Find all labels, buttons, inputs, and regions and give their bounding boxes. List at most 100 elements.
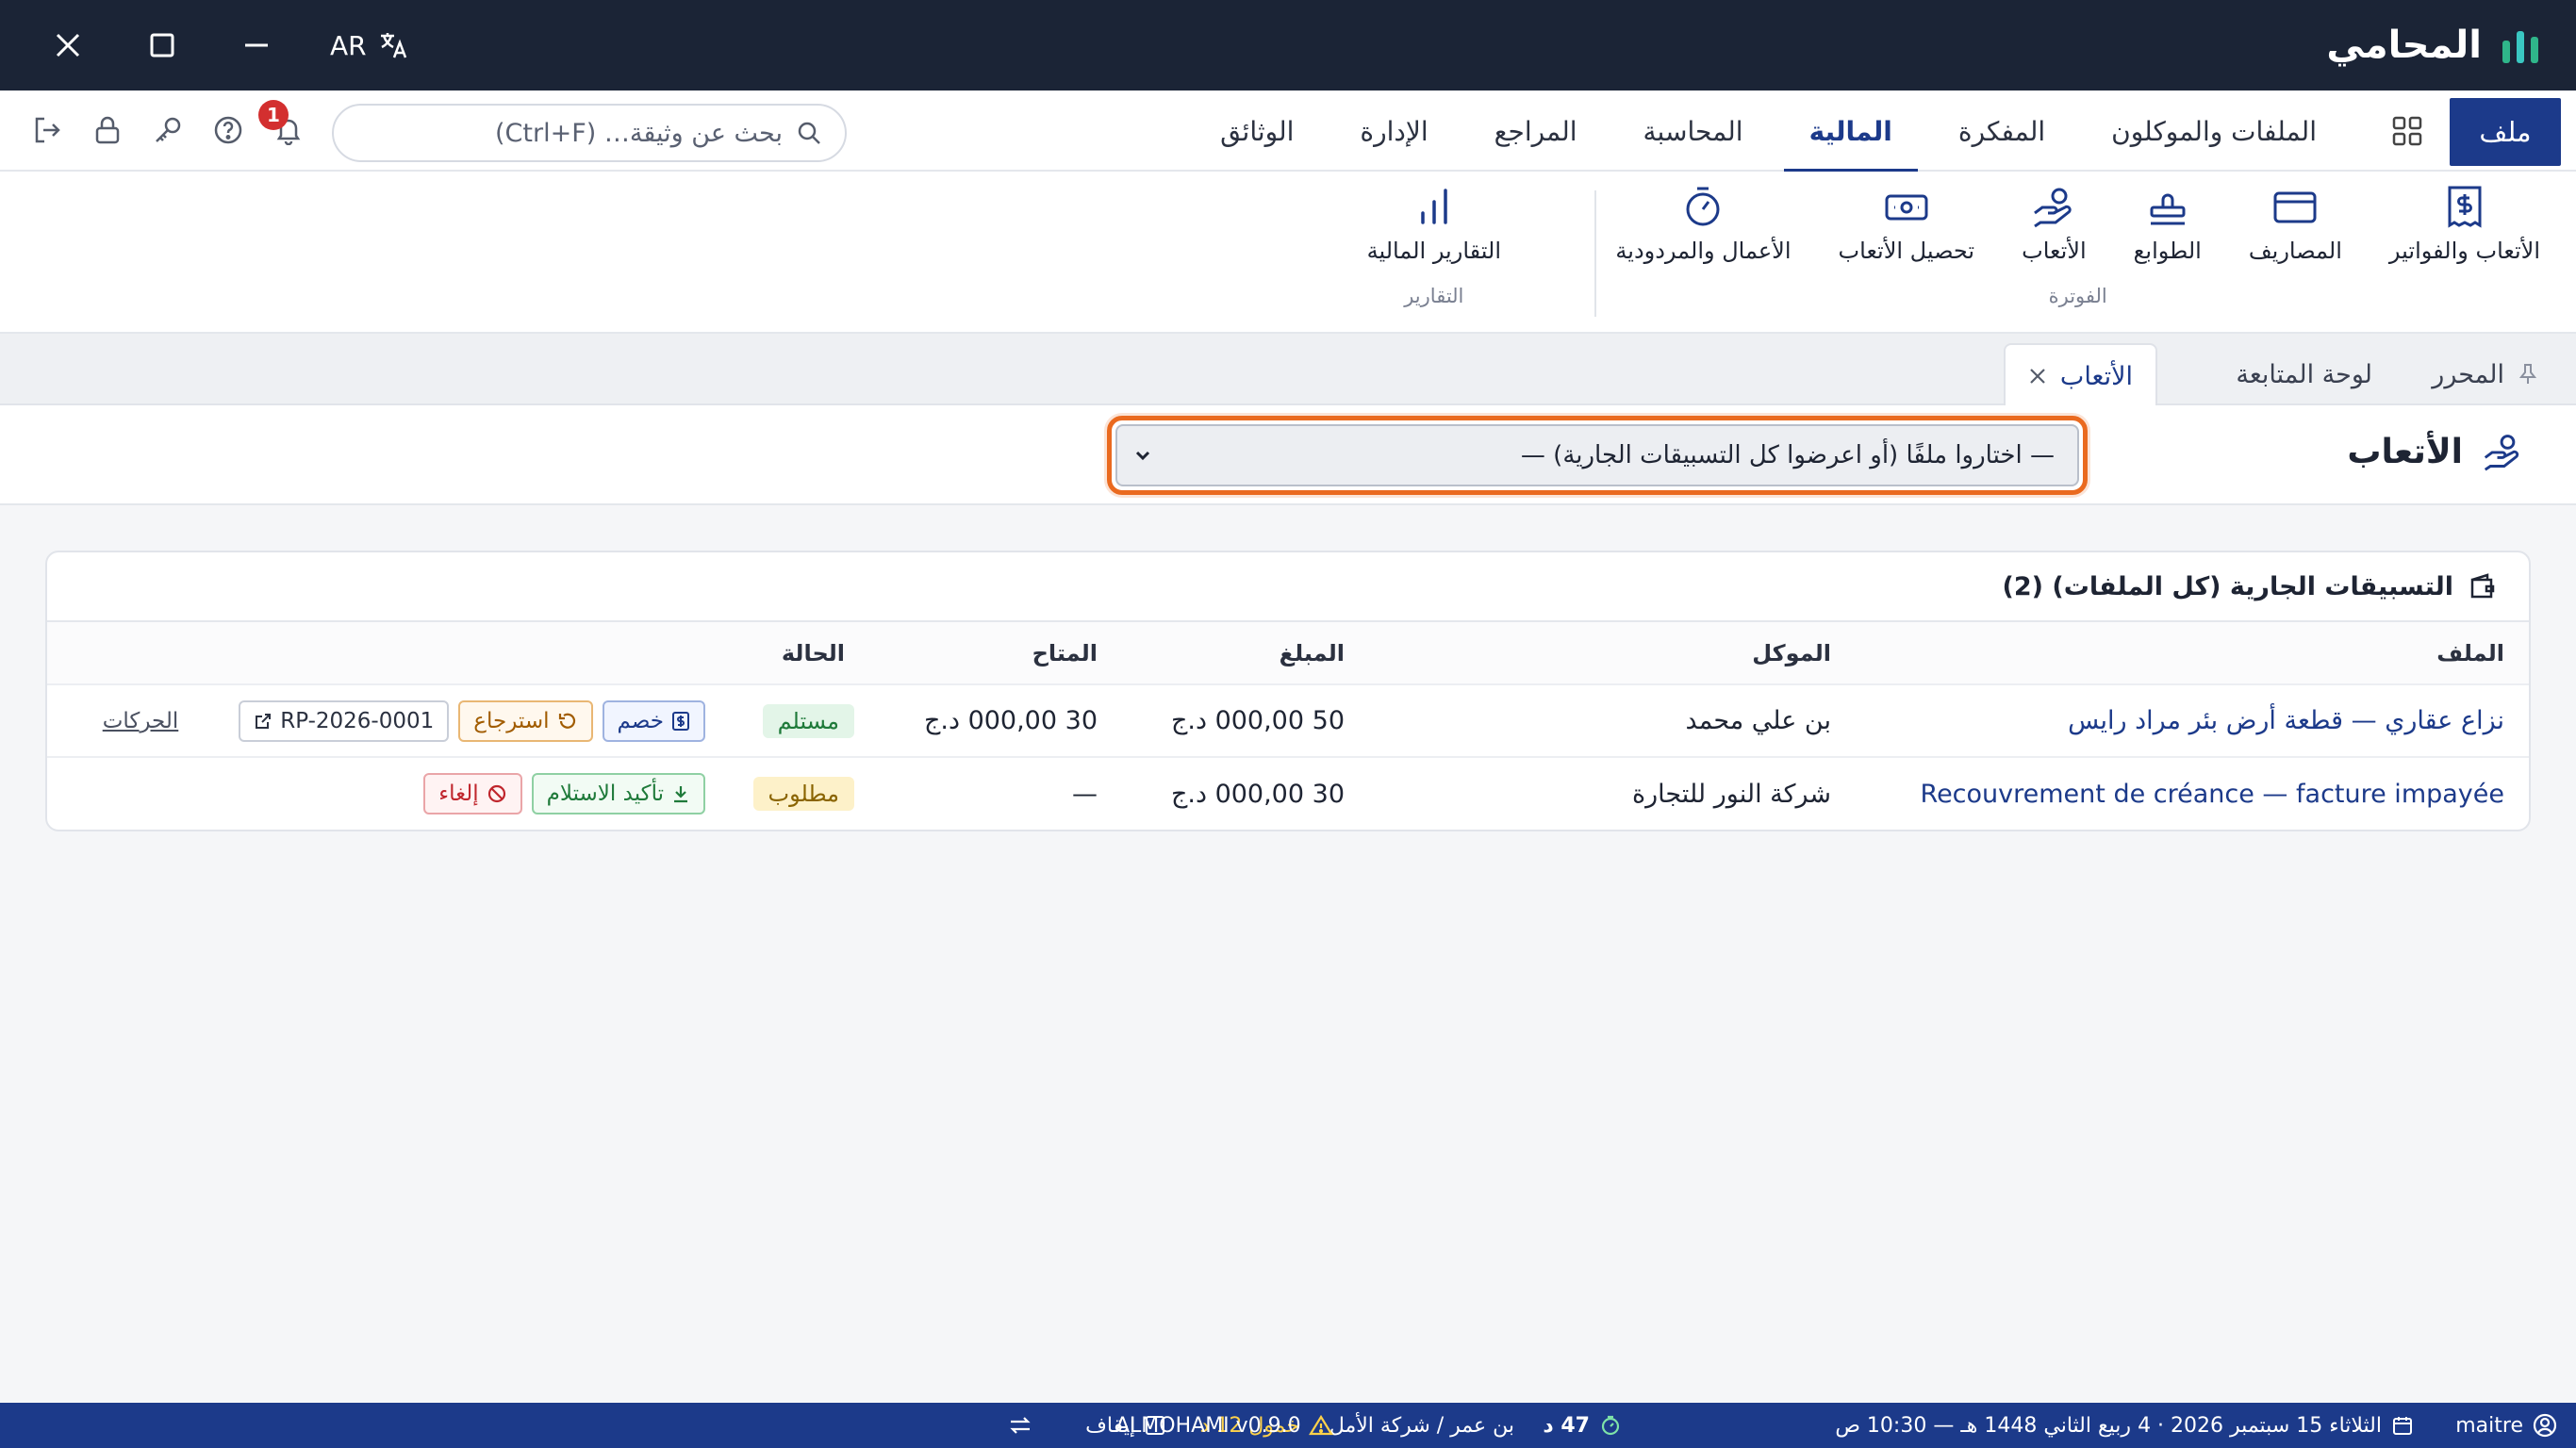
- menu-bar: ملف الملفات والموكلون المفكرة المالية ال…: [0, 90, 2576, 173]
- status-badge: مستلم: [762, 703, 854, 738]
- ribbon-label: الأتعاب والفواتير: [2388, 238, 2540, 264]
- available-cell: 30 000,00 د.ج: [866, 684, 1109, 758]
- chevron-down-icon: [1132, 445, 1153, 466]
- page-title-block: الأتعاب: [2347, 432, 2523, 471]
- ribbon-fees-button[interactable]: الأتعاب: [2003, 185, 2105, 264]
- menu-tab-administration[interactable]: الإدارة: [1327, 90, 1461, 172]
- download-icon: [671, 783, 690, 804]
- menu-tab-files-clients[interactable]: الملفات والموكلون: [2078, 90, 2350, 172]
- notifications-bell-icon[interactable]: 1: [258, 100, 307, 149]
- main-menu-tabs: الملفات والموكلون المفكرة المالية المحاس…: [1187, 90, 2350, 173]
- file-link[interactable]: نزاع عقاري — قطعة أرض بئر مراد رايس: [2068, 706, 2504, 735]
- menu-tab-agenda[interactable]: المفكرة: [1925, 90, 2078, 172]
- file-select-value: — اختاروا ملفًا (أو اعرضوا كل التسبيقات …: [1520, 441, 2055, 469]
- help-icon[interactable]: [209, 111, 247, 149]
- advances-table: الملف الموكل المبلغ المتاح الحالة نزاع ع…: [47, 622, 2529, 830]
- window-controls: AR: [47, 25, 410, 66]
- refund-label: استرجاع: [473, 708, 550, 733]
- hand-coins-icon: [2482, 432, 2523, 471]
- table-row: نزاع عقاري — قطعة أرض بئر مراد رايس بن ع…: [47, 684, 2529, 758]
- file-select-dropdown[interactable]: — اختاروا ملفًا (أو اعرضوا كل التسبيقات …: [1115, 424, 2079, 486]
- banknote-icon: [1884, 185, 1929, 228]
- movements-link[interactable]: الحركات: [103, 709, 179, 733]
- logout-icon[interactable]: [28, 111, 66, 149]
- confirm-receipt-button[interactable]: تأكيد الاستلام: [531, 773, 705, 814]
- available-cell: —: [1072, 779, 1098, 809]
- deduct-button[interactable]: خصم: [602, 699, 705, 742]
- doc-tab-fees[interactable]: الأتعاب: [2003, 343, 2157, 407]
- ribbon-label: الأتعاب: [2022, 238, 2087, 264]
- col-header-available: المتاح: [866, 622, 1109, 685]
- ribbon-separator: [1594, 190, 1596, 317]
- bar-chart-icon: [1413, 185, 1455, 228]
- status-date: الثلاثاء 15 سبتمبر 2026 · 4 ربيع الثاني …: [1835, 1403, 2414, 1448]
- ribbon-fees-invoices-button[interactable]: الأتعاب والفواتير: [2370, 185, 2559, 264]
- file-link[interactable]: Recouvrement de créance — facture impayé…: [1921, 780, 2504, 809]
- key-icon[interactable]: [149, 111, 187, 149]
- file-select-focus-ring: — اختاروا ملفًا (أو اعرضوا كل التسبيقات …: [1107, 416, 2088, 495]
- ribbon-group-reports: التقارير المالية التقارير: [1348, 185, 1520, 307]
- credit-card-icon: [2272, 185, 2318, 228]
- receipt-ref-button[interactable]: RP-2026-0001: [239, 699, 450, 742]
- document-search-box: [332, 104, 847, 162]
- menu-tab-references[interactable]: المراجع: [1461, 90, 1610, 172]
- file-menu-button[interactable]: ملف: [2450, 98, 2561, 166]
- rotate-ccw-icon: [557, 711, 578, 732]
- ribbon-label: تحصيل الأتعاب: [1838, 238, 1975, 264]
- warning-triangle-icon: [1309, 1414, 1333, 1437]
- maximize-window-button[interactable]: [141, 25, 183, 66]
- app-brand: المحامي: [2326, 24, 2542, 67]
- notifications-count-badge: 1: [258, 100, 289, 130]
- receipt-ref-label: RP-2026-0001: [280, 708, 435, 733]
- table-row: Recouvrement de créance — facture impayé…: [47, 757, 2529, 830]
- close-window-button[interactable]: [47, 25, 89, 66]
- status-timer[interactable]: 47 د: [1543, 1403, 1622, 1448]
- ribbon-fee-collection-button[interactable]: تحصيل الأتعاب: [1820, 185, 1994, 264]
- ribbon-label: الأعمال والمردودية: [1615, 238, 1792, 264]
- ribbon-financial-reports-button[interactable]: التقارير المالية: [1348, 185, 1520, 264]
- confirm-receipt-label: تأكيد الاستلام: [546, 782, 664, 806]
- col-header-client: الموكل: [1356, 622, 1856, 685]
- stamp-icon: [2147, 185, 2188, 228]
- hand-coins-icon: [2031, 185, 2076, 228]
- pin-icon: [2518, 363, 2538, 386]
- status-context: بن عمر / شركة الأمل: [1329, 1413, 1514, 1438]
- close-tab-icon[interactable]: [2028, 367, 2047, 386]
- cancel-advance-label: إلغاء: [438, 782, 479, 806]
- ribbon-label: التقارير المالية: [1366, 238, 1501, 264]
- app-name: المحامي: [2326, 24, 2482, 67]
- client-cell: شركة النور للتجارة: [1631, 779, 1831, 809]
- title-bar: المحامي AR: [0, 0, 2576, 90]
- doc-tab-label: المحرر: [2432, 359, 2504, 389]
- ribbon-expenses-button[interactable]: المصاريف: [2230, 185, 2361, 264]
- col-header-amount: المبلغ: [1109, 622, 1356, 685]
- advances-card-title: التسبيقات الجارية (كل الملفات) (2): [2002, 571, 2453, 601]
- ribbon-work-profitability-button[interactable]: الأعمال والمردودية: [1596, 185, 1809, 264]
- document-search-input[interactable]: [356, 118, 783, 148]
- app-logo-icon: [2499, 25, 2542, 65]
- page-header: الأتعاب — اختاروا ملفًا (أو اعرضوا كل ال…: [0, 405, 2576, 505]
- cancel-advance-button[interactable]: إلغاء: [423, 773, 522, 814]
- deduct-label: خصم: [617, 708, 664, 733]
- status-timer-value: 47 د: [1543, 1413, 1590, 1438]
- wallet-icon: [2469, 572, 2497, 601]
- row-actions: خصم استرجاع RP-2026-0001 الحركات: [47, 699, 705, 742]
- refund-button[interactable]: استرجاع: [458, 699, 593, 742]
- menu-tab-documents[interactable]: الوثائق: [1187, 90, 1327, 172]
- doc-tab-dashboard[interactable]: لوحة المتابعة: [2236, 343, 2372, 405]
- language-code: AR: [330, 29, 367, 61]
- status-user[interactable]: maitre: [2455, 1403, 2557, 1448]
- menu-tab-finance[interactable]: المالية: [1776, 90, 1925, 173]
- sync-icon[interactable]: [1007, 1403, 1033, 1448]
- language-switch[interactable]: AR: [330, 29, 410, 61]
- advances-card: التسبيقات الجارية (كل الملفات) (2) الملف…: [45, 551, 2531, 831]
- doc-tab-editor[interactable]: المحرر: [2432, 343, 2538, 405]
- apps-grid-icon[interactable]: [2391, 115, 2423, 147]
- menu-tab-accounting[interactable]: المحاسبة: [1610, 90, 1776, 172]
- status-badge: مطلوب: [752, 777, 854, 811]
- minimize-window-button[interactable]: [236, 25, 277, 66]
- ribbon-stamps-button[interactable]: الطوابع: [2115, 185, 2221, 264]
- col-header-actions: [47, 622, 722, 685]
- lock-icon[interactable]: [89, 111, 126, 149]
- toolbar-icons: 1: [28, 100, 307, 149]
